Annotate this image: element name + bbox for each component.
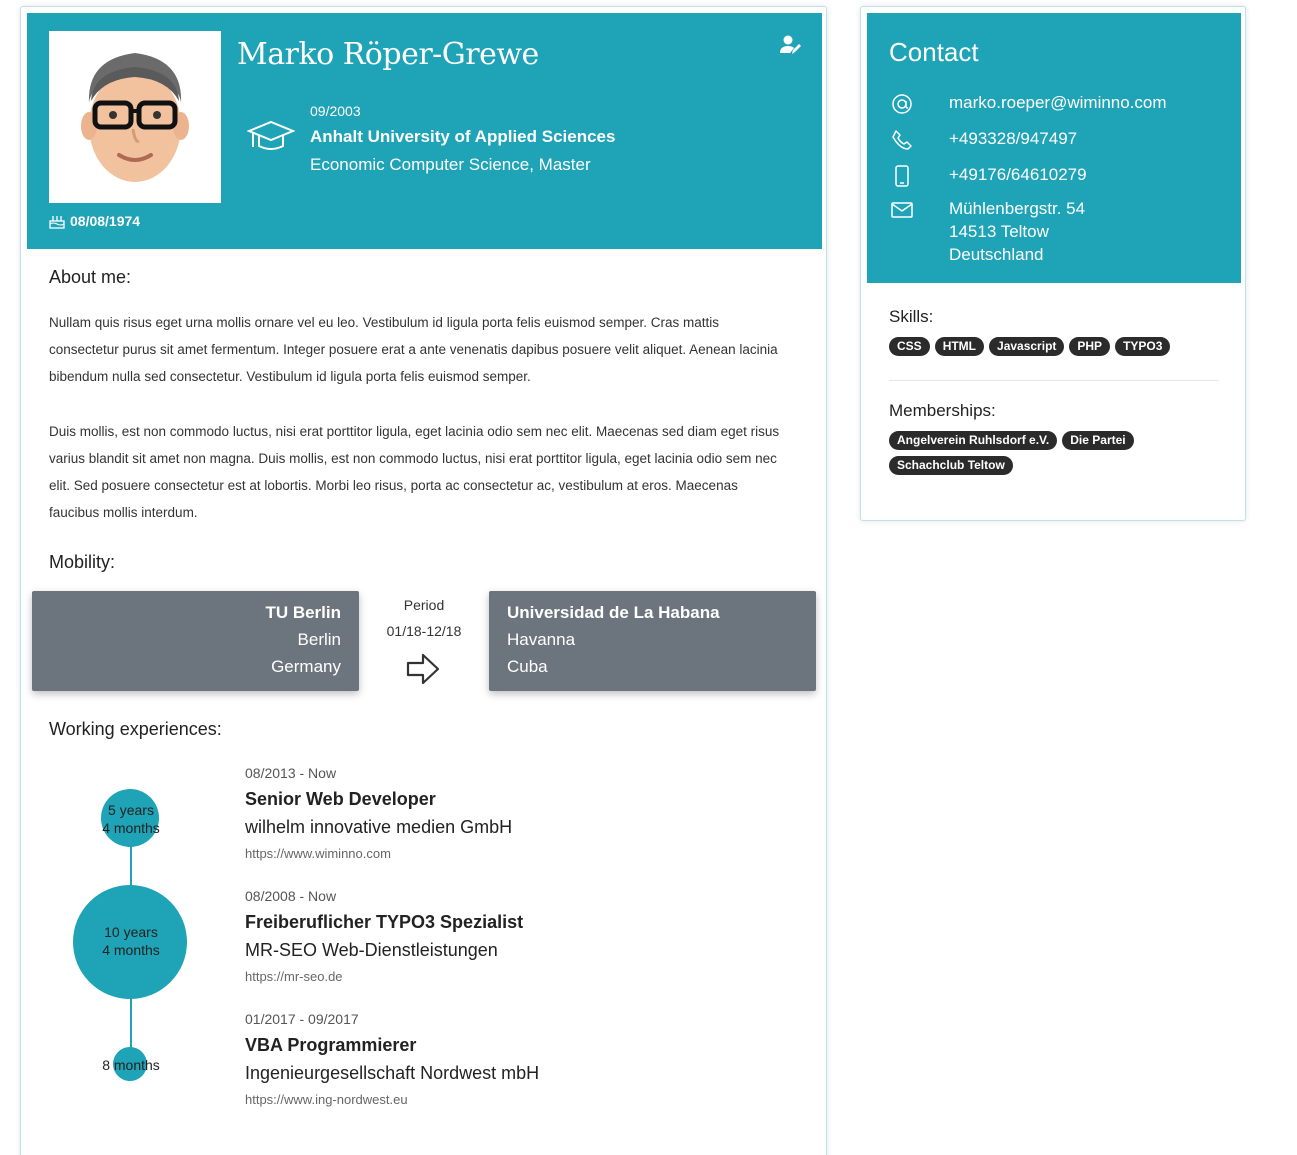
job-title: Freiberuflicher TYPO3 Spezialist — [245, 912, 524, 932]
job-entry: 01/2017 - 09/2017 VBA Programmierer Inge… — [245, 1011, 805, 1107]
skill-tag: TYPO3 — [1115, 337, 1171, 356]
skill-tag: HTML — [934, 337, 985, 356]
contact-email[interactable]: marko.roeper@wiminno.com — [949, 91, 1229, 114]
contact-phone[interactable]: +493328/947497 — [949, 127, 1229, 150]
work-title: Working experiences: — [49, 719, 222, 739]
contact-title: Contact — [889, 37, 979, 67]
mobility-title: Mobility: — [49, 552, 116, 572]
origin-country: Germany — [271, 657, 341, 676]
user-edit-icon[interactable] — [778, 33, 802, 57]
skill-tag: CSS — [889, 337, 930, 356]
about-paragraph-2: Duis mollis, est non commodo luctus, nis… — [49, 424, 780, 520]
mobility-period: Period 01/18-12/18 — [369, 597, 479, 639]
mobile-phone-icon — [895, 165, 909, 187]
job-url[interactable]: https://www.wiminno.com — [245, 846, 805, 861]
skills-title: Skills: — [889, 307, 934, 326]
job-company: wilhelm innovative medien GmbH — [245, 817, 513, 837]
graduation-cap-icon — [247, 120, 295, 150]
birthdate: 08/08/1974 — [49, 213, 140, 229]
profile-header: 08/08/1974 Marko Röper-Grewe 09/2003 Anh… — [27, 13, 822, 249]
contact-address: Mühlenbergstr. 54 14513 Teltow Deutschla… — [949, 199, 1086, 264]
profile-photo — [49, 31, 221, 203]
mobility-origin: TU Berlin Berlin Germany — [32, 591, 359, 691]
destination-city: Havanna — [507, 630, 576, 649]
job-url[interactable]: https://www.ing-nordwest.eu — [245, 1092, 805, 1107]
section-divider — [889, 380, 1219, 381]
job-date: 08/2008 - Now — [245, 888, 337, 904]
origin-city: Berlin — [297, 630, 341, 649]
contact-panel: Contact marko.roeper@wiminno.com +493328… — [867, 13, 1241, 283]
period-value: 01/18-12/18 — [386, 623, 462, 639]
about-title: About me: — [49, 267, 132, 287]
skills-list: CSS HTML Javascript PHP TYPO3 — [889, 337, 1229, 356]
destination-institution: Universidad de La Habana — [507, 603, 720, 622]
arrow-right-icon — [406, 653, 440, 685]
origin-institution: TU Berlin — [265, 603, 341, 622]
birthdate-text: 08/08/1974 — [70, 213, 141, 229]
phone-icon — [892, 130, 912, 150]
education-date: 09/2003 — [310, 103, 361, 119]
memberships-title: Memberships: — [889, 401, 996, 420]
education-school: Anhalt University of Applied Sciences — [310, 127, 616, 146]
at-sign-icon — [892, 94, 912, 114]
skill-tag: PHP — [1069, 337, 1111, 356]
job-date: 01/2017 - 09/2017 — [245, 1011, 359, 1027]
period-label: Period — [403, 597, 445, 613]
birthday-cake-icon — [49, 216, 65, 229]
membership-tag: Angelverein Ruhlsdorf e.V. — [889, 431, 1058, 450]
membership-tag: Schachclub Teltow — [889, 456, 1013, 475]
mobility-destination: Universidad de La Habana Havanna Cuba — [489, 591, 816, 691]
contact-card: Contact marko.roeper@wiminno.com +493328… — [860, 6, 1246, 521]
destination-country: Cuba — [507, 657, 548, 676]
avatar-illustration — [49, 31, 221, 203]
job-entry: 08/2008 - Now Freiberuflicher TYPO3 Spez… — [245, 888, 805, 984]
skill-tag: Javascript — [989, 337, 1065, 356]
duration-label: 8 months — [102, 1057, 160, 1073]
job-title: Senior Web Developer — [245, 789, 436, 809]
profile-name: Marko Röper-Grewe — [237, 37, 539, 72]
job-url[interactable]: https://mr-seo.de — [245, 969, 805, 984]
job-title: VBA Programmierer — [245, 1035, 417, 1055]
duration-label: 5 years 4 months — [102, 802, 160, 836]
membership-tag: Die Partei — [1062, 431, 1134, 450]
memberships-list: Angelverein Ruhlsdorf e.V. Die Partei Sc… — [889, 431, 1229, 475]
contact-mobile[interactable]: +49176/64610279 — [949, 163, 1229, 186]
envelope-icon — [891, 202, 913, 218]
about-paragraph-1: Nullam quis risus eget urna mollis ornar… — [49, 315, 778, 384]
job-entry: 08/2013 - Now Senior Web Developer wilhe… — [245, 765, 805, 861]
profile-card: 08/08/1974 Marko Röper-Grewe 09/2003 Anh… — [20, 6, 827, 1155]
job-company: Ingenieurgesellschaft Nordwest mbH — [245, 1063, 540, 1083]
job-company: MR-SEO Web-Dienstleistungen — [245, 940, 498, 960]
duration-label: 10 years 4 months — [102, 924, 160, 958]
education-degree: Economic Computer Science, Master — [310, 155, 591, 174]
job-date: 08/2013 - Now — [245, 765, 337, 781]
